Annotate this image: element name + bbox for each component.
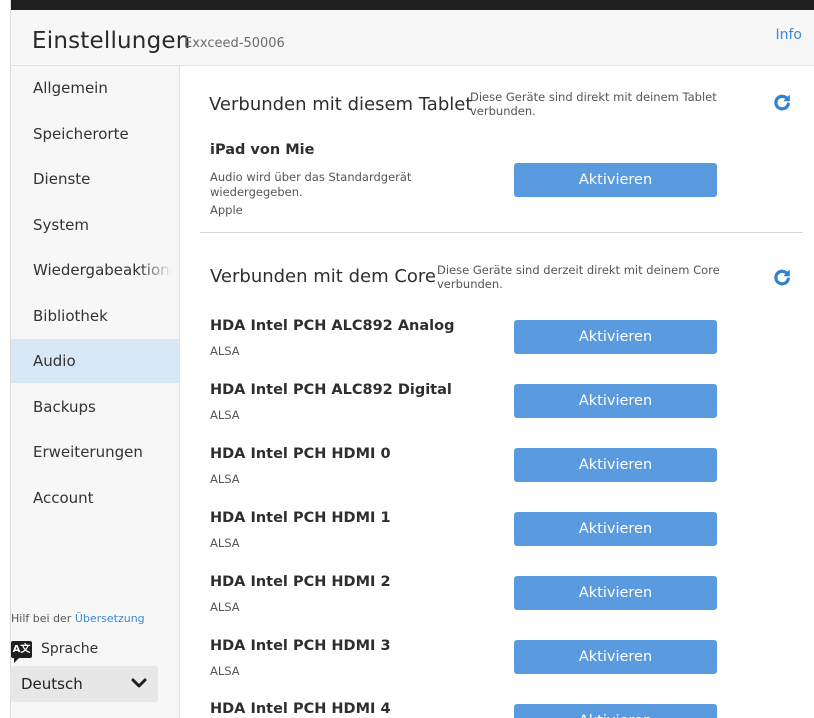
sidebar-item-wiedergabeaktionen[interactable]: Wiedergabeaktionen xyxy=(11,248,179,292)
tablet-section-description: Diese Geräte sind direkt mit deinem Tabl… xyxy=(470,90,717,118)
activate-button[interactable]: Aktivieren xyxy=(514,320,717,354)
window-top-edge xyxy=(10,0,814,10)
activate-button[interactable]: Aktivieren xyxy=(514,704,717,718)
tablet-section-title: Verbunden mit diesem Tablet xyxy=(209,94,473,115)
device-type: ALSA xyxy=(210,408,240,422)
sidebar-item-label: Speicherorte xyxy=(33,125,129,143)
device-type: ALSA xyxy=(210,600,240,614)
sidebar-item-dienste[interactable]: Dienste xyxy=(11,157,179,201)
sidebar-item-label: Account xyxy=(33,489,94,507)
device-name: HDA Intel PCH ALC892 Digital xyxy=(210,382,452,398)
settings-header: Einstellungen Exxceed-50006 Info xyxy=(11,10,814,66)
sidebar-item-speicherorte[interactable]: Speicherorte xyxy=(11,112,179,156)
core-section-title: Verbunden mit dem Core xyxy=(210,266,436,287)
sidebar-item-label: Allgemein xyxy=(33,79,108,97)
device-brand: Apple xyxy=(210,203,243,217)
activate-button[interactable]: Aktivieren xyxy=(514,384,717,418)
translation-help: Hilf bei der Übersetzung xyxy=(11,612,169,625)
core-section-description: Diese Geräte sind derzeit direkt mit dei… xyxy=(437,263,720,291)
device-name: HDA Intel PCH HDMI 1 xyxy=(210,510,391,526)
language-select-value: Deutsch xyxy=(21,675,83,693)
language-select[interactable]: Deutsch xyxy=(10,666,158,702)
device-name: HDA Intel PCH ALC892 Analog xyxy=(210,318,455,334)
activate-button[interactable]: Aktivieren xyxy=(514,576,717,610)
device-name: HDA Intel PCH HDMI 3 xyxy=(210,638,391,654)
translate-icon: A文 xyxy=(11,641,32,663)
page-title: Einstellungen xyxy=(32,28,191,54)
device-type: ALSA xyxy=(210,664,240,678)
sidebar-item-label: Dienste xyxy=(33,170,91,188)
device-name: HDA Intel PCH HDMI 4 xyxy=(210,701,391,717)
refresh-icon[interactable] xyxy=(772,267,792,287)
activate-button[interactable]: Aktivieren xyxy=(514,640,717,674)
translation-link[interactable]: Übersetzung xyxy=(75,612,145,625)
sidebar-item-label: Erweiterungen xyxy=(33,443,143,461)
audio-settings-panel: Verbunden mit diesem Tablet Diese Geräte… xyxy=(180,66,814,718)
device-type: ALSA xyxy=(210,472,240,486)
sidebar-item-audio[interactable]: Audio xyxy=(11,339,179,383)
language-label: Sprache xyxy=(41,641,99,657)
device-name: iPad von Mie xyxy=(210,142,315,158)
sidebar-item-label: System xyxy=(33,216,89,234)
device-type: ALSA xyxy=(210,536,240,550)
sidebar-item-label: Bibliothek xyxy=(33,307,108,325)
label-fade xyxy=(139,248,179,292)
sidebar-item-allgemein[interactable]: Allgemein xyxy=(11,66,179,110)
sidebar-item-bibliothek[interactable]: Bibliothek xyxy=(11,294,179,338)
translation-help-text: Hilf bei der xyxy=(11,612,75,625)
sidebar-item-label: Audio xyxy=(33,352,76,370)
activate-button[interactable]: Aktivieren xyxy=(514,448,717,482)
sidebar-item-system[interactable]: System xyxy=(11,203,179,247)
sidebar-item-label: Backups xyxy=(33,398,96,416)
window-left-edge xyxy=(0,0,11,718)
sidebar-item-backups[interactable]: Backups xyxy=(11,385,179,429)
device-type: ALSA xyxy=(210,344,240,358)
device-name: HDA Intel PCH HDMI 0 xyxy=(210,446,391,462)
activate-button[interactable]: Aktivieren xyxy=(514,512,717,546)
device-detail: Audio wird über das Standardgerät wieder… xyxy=(210,170,412,199)
refresh-icon[interactable] xyxy=(772,92,792,112)
section-divider xyxy=(200,232,803,233)
device-name: HDA Intel PCH HDMI 2 xyxy=(210,574,391,590)
sidebar-item-erweiterungen[interactable]: Erweiterungen xyxy=(11,430,179,474)
chevron-down-icon xyxy=(131,678,147,688)
info-link[interactable]: Info xyxy=(776,27,803,43)
core-name: Exxceed-50006 xyxy=(184,36,285,51)
sidebar-item-account[interactable]: Account xyxy=(11,476,179,520)
activate-button[interactable]: Aktivieren xyxy=(514,163,717,197)
